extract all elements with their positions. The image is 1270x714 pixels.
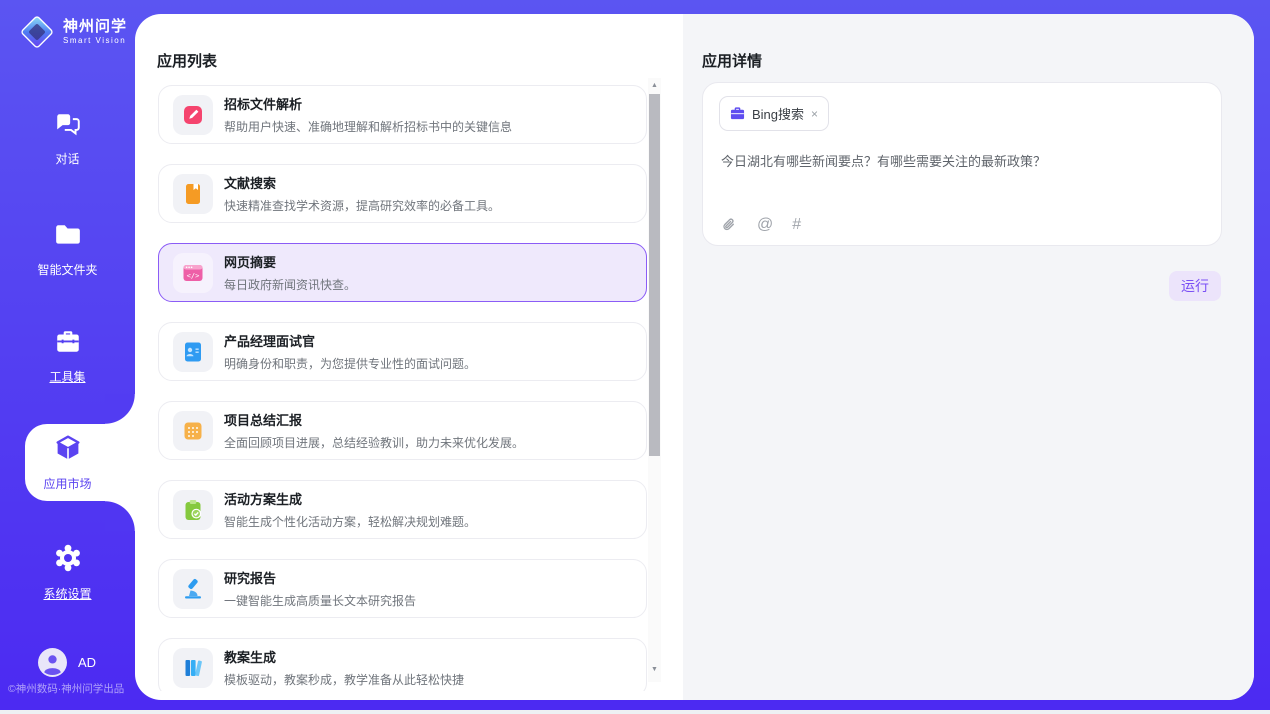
app-detail-title: 应用详情: [702, 50, 762, 71]
app-card-title: 招标文件解析: [224, 94, 512, 113]
app-card-desc: 一键智能生成高质量长文本研究报告: [224, 592, 416, 609]
app-detail-panel: 应用详情 Bing搜索 × 今日湖北有哪些新闻要点？有哪些需要关注的最新政策？ …: [683, 14, 1254, 700]
tool-tag-label: Bing搜索: [752, 104, 804, 123]
sidebar-item-smart-folders[interactable]: 智能文件夹: [0, 221, 135, 278]
app-card-desc: 智能生成个性化活动方案，轻松解决规划难题。: [224, 513, 476, 530]
app-card-desc: 帮助用户快速、准确地理解和解析招标书中的关键信息: [224, 118, 512, 135]
user-initials: AD: [78, 655, 96, 670]
books-icon: [181, 656, 205, 680]
run-button[interactable]: 运行: [1169, 271, 1221, 301]
tool-tag-bing-search[interactable]: Bing搜索 ×: [719, 96, 829, 131]
app-card-research-report[interactable]: 研究报告 一键智能生成高质量长文本研究报告: [158, 559, 647, 618]
app-icon-tile: [173, 490, 213, 530]
app-card-title: 教案生成: [224, 647, 464, 666]
resume-icon: [181, 340, 205, 364]
microscope-icon: [181, 577, 205, 601]
app-icon-tile: [173, 648, 213, 688]
app-icon-tile: [173, 411, 213, 451]
app-icon-tile: [173, 332, 213, 372]
prompt-toolbar: @ #: [721, 216, 801, 234]
app-icon-tile: [173, 174, 213, 214]
app-card-title: 活动方案生成: [224, 489, 476, 508]
app-card-bid-parsing[interactable]: 招标文件解析 帮助用户快速、准确地理解和解析招标书中的关键信息: [158, 85, 647, 144]
clipboard-check-icon: [181, 498, 205, 522]
sidebar-item-settings[interactable]: 系统设置: [0, 543, 135, 602]
prompt-input[interactable]: 今日湖北有哪些新闻要点？有哪些需要关注的最新政策？: [721, 151, 1201, 170]
app-card-literature-search[interactable]: 文献搜索 快速精准查找学术资源，提高研究效率的必备工具。: [158, 164, 647, 223]
chat-icon: [54, 110, 82, 138]
scrollbar-up-arrow[interactable]: ▲: [648, 80, 661, 92]
scrollbar-down-arrow[interactable]: ▼: [648, 664, 661, 676]
app-card-desc: 模板驱动，教案秒成，教学准备从此轻松快捷: [224, 671, 464, 688]
app-card-pm-interviewer[interactable]: 产品经理面试官 明确身份和职责，为您提供专业性的面试问题。: [158, 322, 647, 381]
doc-edit-icon: [181, 103, 205, 127]
toolbox-icon: [54, 328, 82, 356]
scrollbar-thumb[interactable]: [649, 94, 660, 456]
app-window: 应用列表 招标文件解析 帮助用户快速、准确地理解和解析招标书中的关键信息 文献搜…: [0, 0, 1270, 714]
main-content-panel: 应用列表 招标文件解析 帮助用户快速、准确地理解和解析招标书中的关键信息 文献搜…: [135, 14, 1254, 700]
sidebar-item-label: 应用市场: [0, 475, 135, 492]
app-icon-tile: </>: [173, 253, 213, 293]
app-list-scroll-area: 招标文件解析 帮助用户快速、准确地理解和解析招标书中的关键信息 文献搜索 快速精…: [135, 14, 648, 691]
brand-diamond-icon: [18, 13, 56, 51]
paperclip-icon[interactable]: [721, 217, 738, 234]
at-icon[interactable]: @: [757, 216, 773, 234]
briefcase-icon: [730, 106, 745, 121]
active-nav-notch-bottom: [105, 501, 135, 531]
app-card-title: 文献搜索: [224, 173, 500, 192]
brand-name: 神州问学: [63, 19, 127, 34]
sidebar-item-label: 智能文件夹: [0, 261, 135, 278]
avatar: [38, 648, 67, 677]
browser-code-icon: </>: [181, 261, 205, 285]
cube-icon: [53, 433, 83, 463]
brand-subtitle: Smart Vision: [63, 37, 127, 45]
user-account[interactable]: AD: [38, 648, 96, 677]
sidebar-item-toolset[interactable]: 工具集: [0, 328, 135, 385]
app-icon-tile: [173, 569, 213, 609]
sidebar-item-chat[interactable]: 对话: [0, 110, 135, 167]
sidebar-item-app-market[interactable]: 应用市场: [0, 433, 135, 492]
app-card-project-summary[interactable]: 项目总结汇报 全面回顾项目进展，总结经验教训，助力未来优化发展。: [158, 401, 647, 460]
app-card-web-summary[interactable]: </> 网页摘要 每日政府新闻资讯快查。: [158, 243, 647, 302]
sidebar-item-label: 系统设置: [0, 585, 135, 602]
svg-text:</>: </>: [187, 271, 200, 279]
copyright-footer: ©神州数码·神州问学出品: [8, 681, 135, 696]
app-card-title: 研究报告: [224, 568, 416, 587]
sidebar: 神州问学 Smart Vision 对话 智能文件夹 工具集 应用市场: [0, 0, 135, 710]
prompt-card: Bing搜索 × 今日湖北有哪些新闻要点？有哪些需要关注的最新政策？ @ #: [702, 82, 1222, 246]
app-icon-tile: [173, 95, 213, 135]
app-card-title: 网页摘要: [224, 252, 356, 271]
active-nav-notch-top: [105, 394, 135, 424]
app-card-title: 产品经理面试官: [224, 331, 476, 350]
brand-logo: 神州问学 Smart Vision: [18, 13, 127, 51]
hash-icon[interactable]: #: [792, 216, 801, 234]
app-card-list: 招标文件解析 帮助用户快速、准确地理解和解析招标书中的关键信息 文献搜索 快速精…: [158, 85, 647, 691]
app-card-event-plan[interactable]: 活动方案生成 智能生成个性化活动方案，轻松解决规划难题。: [158, 480, 647, 539]
app-card-title: 项目总结汇报: [224, 410, 524, 429]
app-card-desc: 每日政府新闻资讯快查。: [224, 276, 356, 293]
app-card-desc: 明确身份和职责，为您提供专业性的面试问题。: [224, 355, 476, 372]
sidebar-item-label: 对话: [0, 150, 135, 167]
tag-close-icon[interactable]: ×: [811, 107, 818, 121]
folder-icon: [54, 221, 82, 249]
app-card-desc: 全面回顾项目进展，总结经验教训，助力未来优化发展。: [224, 434, 524, 451]
app-card-desc: 快速精准查找学术资源，提高研究效率的必备工具。: [224, 197, 500, 214]
gear-icon: [53, 543, 83, 573]
note-icon: [181, 419, 205, 443]
sidebar-item-label: 工具集: [0, 368, 135, 385]
book-icon: [181, 182, 205, 206]
app-card-lesson-plan[interactable]: 教案生成 模板驱动，教案秒成，教学准备从此轻松快捷: [158, 638, 647, 691]
